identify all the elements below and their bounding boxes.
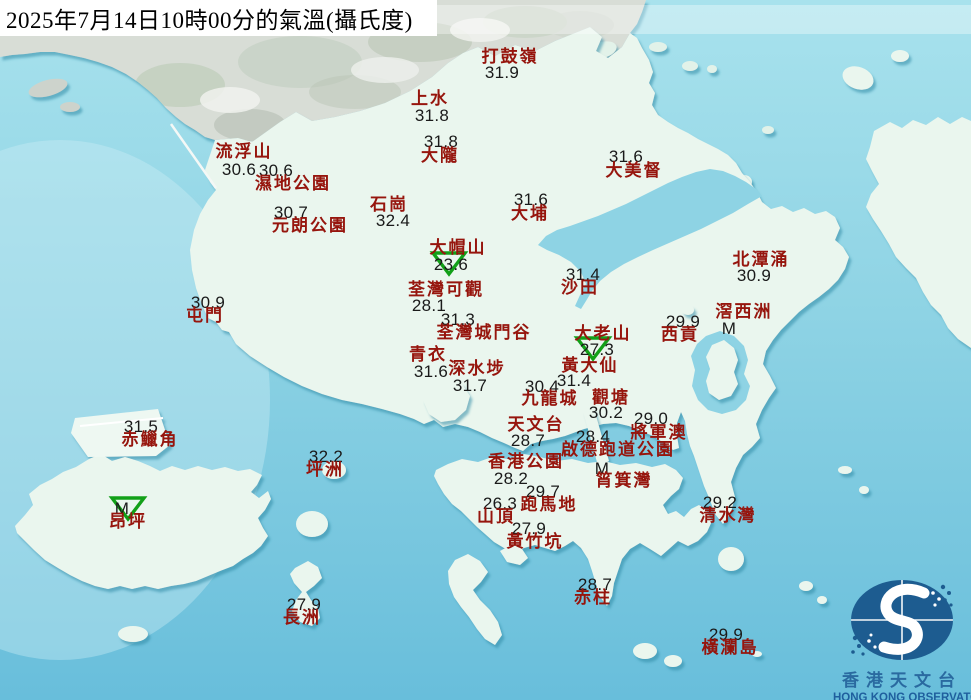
station-name-label: 西貢	[661, 325, 699, 344]
station-name-label: 山頂	[477, 507, 515, 526]
station-name-label: 荃灣可觀	[408, 280, 484, 299]
station-name-label: 滘西洲	[715, 302, 773, 321]
station-value: 32.4	[375, 211, 411, 230]
station-name-label: 流浮山	[215, 142, 273, 161]
station-value: 31.7	[452, 376, 488, 395]
station-name-label: 深水埗	[448, 359, 506, 378]
station-name-label: 赤柱	[574, 588, 612, 607]
title-bar: 2025年7月14日10時00分的氣溫(攝氏度)	[0, 0, 437, 36]
station-name-label: 九龍城	[521, 389, 579, 408]
hko-logo-name-en: HONG KONG OBSERVATORY	[833, 692, 971, 700]
map-title: 2025年7月14日10時00分的氣溫(攝氏度)	[6, 8, 413, 33]
station-name-label: 大美督	[605, 161, 663, 180]
station-name-label: 筲箕灣	[595, 471, 653, 490]
hko-logo: 香港天文台 HONG KONG OBSERVATORY	[833, 578, 971, 700]
station-name-label: 濕地公園	[255, 174, 331, 193]
station-name-label: 黃竹坑	[506, 532, 564, 551]
station-name-label: 昂坪	[109, 512, 147, 531]
station-name-label: 大老山	[574, 324, 632, 343]
station-name-label: 橫瀾島	[701, 638, 759, 657]
station-name-label: 沙田	[561, 278, 599, 297]
station-name-label: 啟德跑道公園	[561, 440, 675, 459]
station-name-label: 屯門	[186, 306, 224, 325]
station-value: 30.9	[736, 266, 772, 285]
station-name-label: 打鼓嶺	[481, 47, 539, 66]
station-name-label: 元朗公園	[272, 216, 348, 235]
station-name-label: 長洲	[283, 608, 321, 627]
title-band-overlay	[437, 5, 971, 34]
station-name-label: 大埔	[511, 204, 549, 223]
station-name-label: 上水	[411, 89, 449, 108]
station-value: 31.6	[413, 362, 449, 381]
station-value: 31.8	[414, 106, 450, 125]
station-value: 30.6	[221, 160, 257, 179]
hko-temperature-map-screen: 31.9 打鼓嶺 31.8 上水 31.8 大隴 30.6 流浮山 30.6 濕地公園 30.7 元朗…	[0, 0, 971, 700]
station-name-label: 坪洲	[306, 460, 344, 479]
stations-layer: 31.9 打鼓嶺 31.8 上水 31.8 大隴 30.6 流浮山 30.6 濕地公園 30.7 元朗…	[0, 0, 971, 700]
station-name-label: 跑馬地	[520, 495, 578, 514]
station-name-label: 觀塘	[592, 388, 630, 407]
station-name-label: 大帽山	[429, 238, 487, 257]
station-name-label: 北潭涌	[732, 250, 790, 269]
station-name-label: 荃灣城門谷	[436, 323, 532, 342]
station-name-label: 清水灣	[699, 506, 757, 525]
station-value: M	[721, 319, 737, 338]
hko-logo-icon	[851, 580, 953, 660]
station-name-label: 大隴	[421, 146, 459, 165]
station-value: 28.2	[493, 469, 529, 488]
station-name-label: 天文台	[507, 415, 565, 434]
station-name-label: 香港公園	[488, 452, 564, 471]
station-name-label: 將軍澳	[630, 423, 688, 442]
station-name-label: 赤鱲角	[121, 430, 179, 449]
station-name-label: 黃大仙	[561, 356, 619, 375]
station-value: 23.6	[433, 255, 469, 274]
station-name-label: 青衣	[409, 345, 447, 364]
station-name-label: 石崗	[370, 195, 408, 214]
station-value: 31.9	[484, 63, 520, 82]
hko-logo-name-zh: 香港天文台	[842, 671, 962, 690]
station-value: 28.7	[510, 431, 546, 450]
